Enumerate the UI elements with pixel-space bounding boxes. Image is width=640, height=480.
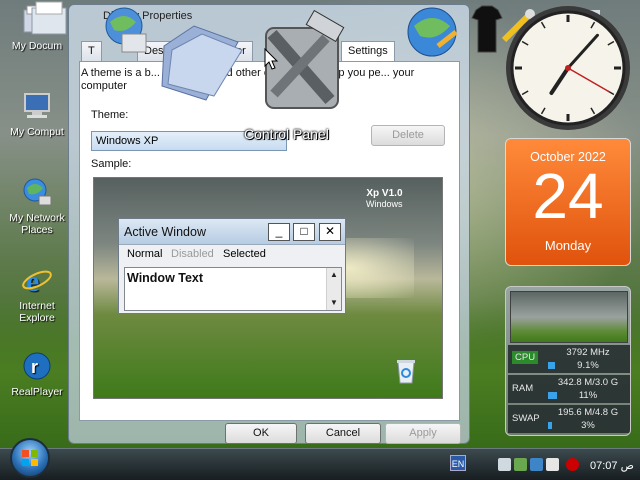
clock-gadget[interactable]: [504, 4, 632, 132]
calendar-day: 24: [532, 160, 604, 232]
ram-meter: RAM 342.8 M/3.0 G 11%: [508, 375, 630, 403]
tray-error-icon[interactable]: [566, 458, 579, 471]
sample-active-window: Active Window _ □ ✕ Normal Disabled Sele…: [118, 218, 346, 314]
theme-sample-preview: Xp V1.0 Windows Active Window _ □ ✕ Norm…: [93, 177, 443, 399]
taskbar-clock[interactable]: 07:07 ص: [590, 459, 634, 472]
desktop-icon-my-computer[interactable]: My Comput: [0, 90, 74, 138]
delete-button[interactable]: Delete: [371, 125, 445, 146]
windows-logo-icon: [22, 450, 38, 466]
xp-logo-windows: Windows: [366, 199, 403, 209]
internet-explorer-icon: e: [21, 264, 53, 298]
start-button[interactable]: [10, 438, 50, 478]
realplayer-icon: r: [21, 350, 53, 382]
internet-globe-icon[interactable]: [402, 2, 462, 62]
scroll-down-icon: ▼: [330, 298, 338, 307]
system-meter-gadget[interactable]: CPU 3792 MHz 9.1% RAM 342.8 M/3.0 G 11% …: [505, 286, 631, 436]
ram-label: RAM: [512, 383, 534, 394]
taskbar-ampm: ص: [620, 460, 634, 472]
meter-wallpaper-thumb: [510, 291, 628, 343]
tray-volume-icon[interactable]: [546, 458, 559, 471]
theme-label: Theme:: [91, 109, 129, 121]
tshirt-icon[interactable]: [470, 4, 504, 56]
recycle-bin-icon: [397, 360, 415, 384]
tray-network-icon[interactable]: [498, 458, 511, 471]
apply-button[interactable]: Apply: [385, 423, 461, 444]
desktop-icon-label: Internet Explore: [19, 300, 55, 324]
ram-percent: 11%: [578, 390, 598, 401]
ram-value: 342.8 M/3.0 G: [557, 377, 619, 388]
desktop-icon-realplayer[interactable]: r RealPlayer: [0, 350, 74, 398]
sample-window-title: Active Window: [124, 225, 206, 239]
maximize-icon: □: [293, 223, 315, 241]
calendar-weekday: Monday: [544, 238, 592, 253]
close-icon: ✕: [319, 223, 341, 241]
sample-label: Sample:: [91, 158, 132, 170]
tab-settings[interactable]: Settings: [341, 41, 395, 61]
tray-display-icon[interactable]: [530, 458, 543, 471]
scroll-up-icon: ▲: [330, 270, 338, 279]
taskbar: [0, 448, 640, 480]
folder-icon[interactable]: [158, 16, 248, 104]
cancel-button[interactable]: Cancel: [305, 423, 381, 444]
xp-logo: Xp V1.0 Windows: [366, 188, 403, 210]
svg-text:r: r: [31, 357, 38, 377]
minimize-icon: _: [268, 223, 290, 241]
sample-window-body: Window Text ▲ ▼: [124, 267, 342, 311]
language-indicator[interactable]: EN: [450, 455, 466, 471]
mouse-cursor-icon: [264, 48, 279, 70]
swap-meter: SWAP 195.6 M/4.8 G 3%: [508, 405, 630, 433]
calendar-gadget[interactable]: October 2022 24 Monday: [505, 138, 631, 266]
swap-percent: 3%: [581, 420, 595, 431]
menu-selected: Selected: [223, 248, 266, 260]
taskbar-time: 07:07: [590, 460, 618, 472]
desktop-icon-network-places[interactable]: My Network Places: [0, 176, 74, 236]
sample-window-titlebar: Active Window _ □ ✕: [119, 219, 345, 245]
sample-menu-bar: Normal Disabled Selected: [119, 245, 345, 262]
desktop-icon-label: RealPlayer: [11, 386, 63, 398]
network-globe-icon: [105, 7, 147, 53]
sample-window-text: Window Text: [127, 271, 204, 285]
desktop-icon-label: My Docum: [11, 40, 63, 52]
tray-shield-icon[interactable]: [514, 458, 527, 471]
desktop-icon-internet-explorer[interactable]: e Internet Explore: [0, 264, 74, 324]
sample-scrollbar: ▲ ▼: [326, 268, 341, 310]
svg-text:e: e: [26, 265, 39, 296]
desktop-icon-label: My Comput: [10, 126, 64, 138]
cpu-label: CPU: [512, 351, 539, 364]
desktop-icon-label: My Network Places: [9, 212, 65, 236]
control-panel-label: Control Panel: [244, 126, 329, 142]
network-globe-icon: [21, 176, 53, 208]
menu-normal: Normal: [127, 248, 163, 260]
menu-disabled: Disabled: [171, 248, 214, 260]
xp-logo-text: Xp V1.0: [366, 188, 403, 199]
ok-button[interactable]: OK: [225, 423, 297, 444]
swap-label: SWAP: [512, 413, 540, 424]
computer-icon: [21, 90, 53, 122]
cpu-percent: 9.1%: [577, 360, 599, 371]
folder-icon: [31, 1, 67, 35]
swap-value: 195.6 M/4.8 G: [557, 407, 619, 418]
cpu-value: 3792 MHz: [566, 347, 610, 358]
cpu-meter: CPU 3792 MHz 9.1%: [508, 345, 630, 373]
